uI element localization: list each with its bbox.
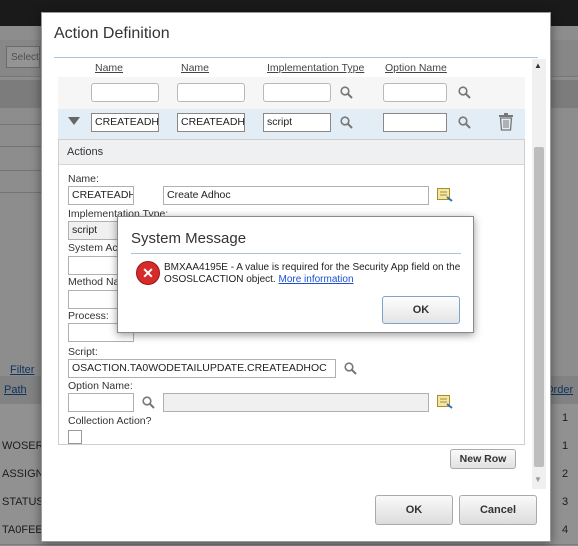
message-ok-button[interactable]: OK [382,296,460,324]
description-input[interactable]: Create Adhoc [163,186,429,205]
name-input[interactable]: CREATEADHC [68,186,134,205]
title-divider [54,57,538,58]
trash-icon[interactable] [498,113,514,134]
search-icon[interactable] [458,116,471,129]
scroll-up-arrow-icon[interactable]: ▲ [534,61,542,70]
filter-option-input[interactable] [383,83,447,102]
column-header-name[interactable]: Name [95,62,123,74]
search-icon[interactable] [340,116,353,129]
column-header-implementation-type[interactable]: Implementation Type [267,62,364,74]
collection-action-label: Collection Action? [68,415,152,427]
row-name2-input[interactable]: CREATEADHC [177,113,245,132]
search-icon[interactable] [458,86,471,99]
search-icon[interactable] [340,86,353,99]
long-description-icon[interactable] [437,188,453,202]
option-name-input[interactable] [68,393,134,412]
long-description-icon[interactable] [437,395,453,409]
row-impl-type-input[interactable]: script [263,113,331,132]
collapse-row-icon[interactable] [68,117,80,125]
option-description-input[interactable] [163,393,429,412]
method-name-input[interactable] [68,290,120,309]
filter-name2-input[interactable] [177,83,245,102]
more-information-link[interactable]: More information [278,274,353,285]
option-name-label: Option Name: [68,380,133,392]
message-title: System Message [131,230,247,247]
script-input[interactable]: OSACTION.TA0WODETAILUPDATE.CREATEADHOC [68,359,336,378]
filter-impl-input[interactable] [263,83,331,102]
cancel-button[interactable]: Cancel [459,495,537,525]
name-label: Name: [68,173,99,185]
implementation-type-input[interactable]: script [68,221,120,240]
column-header-option-name[interactable]: Option Name [385,62,447,74]
row-option-input[interactable] [383,113,447,132]
filter-name-input[interactable] [91,83,159,102]
row-name-input[interactable]: CREATEADHC [91,113,159,132]
message-text: BMXAA4195E - A value is required for the… [164,262,464,286]
actions-title: Actions [67,146,104,158]
scrollbar-thumb[interactable] [534,147,544,467]
scroll-down-arrow-icon[interactable]: ▼ [534,475,542,484]
title-divider [131,253,461,254]
search-icon[interactable] [344,362,357,375]
collection-action-checkbox[interactable] [68,430,82,444]
system-message-dialog: System Message ✕ BMXAA4195E - A value is… [117,216,474,333]
script-label: Script: [68,346,98,358]
ok-button[interactable]: OK [375,495,453,525]
system-action-label: System Act [68,242,121,254]
new-row-button[interactable]: New Row [450,449,516,469]
method-name-label: Method Nar [68,276,123,288]
process-label: Process: [68,310,109,322]
actions-header: Actions [59,140,524,165]
error-icon: ✕ [136,261,160,285]
system-action-input[interactable] [68,256,120,275]
column-header-name-2[interactable]: Name [181,62,209,74]
dialog-title: Action Definition [54,25,170,42]
search-icon[interactable] [142,396,155,409]
